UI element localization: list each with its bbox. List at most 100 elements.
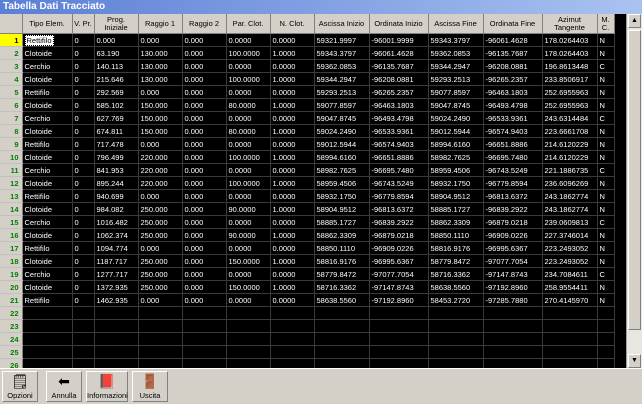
table-cell[interactable]	[369, 306, 429, 320]
table-cell[interactable]: 0	[72, 267, 95, 281]
row-number[interactable]: 11	[0, 163, 23, 177]
table-row[interactable]: 8 Clotoide 0 674.811 150.000 0.000 80.0000 1.00…	[0, 124, 615, 138]
table-cell[interactable]: 0	[72, 202, 95, 216]
table-cell[interactable]	[314, 332, 370, 346]
table-cell[interactable]: N	[597, 150, 615, 164]
table-cell[interactable]: -96265.2357	[369, 85, 429, 99]
table-cell[interactable]: 0.000	[182, 202, 227, 216]
table-cell[interactable]: 1.0000	[270, 124, 315, 138]
table-cell[interactable]	[22, 319, 73, 333]
exit-button[interactable]: 🚪 Uscita	[132, 371, 168, 402]
table-cell[interactable]: 150.0000	[226, 254, 271, 268]
table-cell[interactable]: 58779.8472	[314, 267, 370, 281]
column-header[interactable]: Raggio 2	[182, 14, 227, 34]
table-cell[interactable]: 0	[72, 98, 95, 112]
table-cell[interactable]: 58638.5560	[428, 280, 484, 294]
table-cell[interactable]	[428, 332, 484, 346]
table-cell[interactable]: 1.0000	[270, 228, 315, 242]
table-cell[interactable]: 59293.2513	[314, 85, 370, 99]
table-cell[interactable]: 0.000	[182, 33, 227, 47]
table-cell[interactable]: 0.000	[138, 85, 183, 99]
table-cell[interactable]: 150.000	[138, 111, 183, 125]
table-cell[interactable]: 0.0000	[270, 267, 315, 281]
table-cell[interactable]	[483, 332, 543, 346]
table-cell[interactable]: N	[597, 33, 615, 47]
table-cell[interactable]: 1.0000	[270, 98, 315, 112]
table-cell[interactable]: 58904.9512	[314, 202, 370, 216]
table-cell[interactable]: 0.000	[182, 59, 227, 73]
table-cell[interactable]: 250.000	[138, 228, 183, 242]
column-header[interactable]: Raggio 1	[138, 14, 183, 34]
table-cell[interactable]: -96813.6372	[369, 202, 429, 216]
data-grid[interactable]: Tipo Elem. V. Pr. Prog. Iniziale Raggio 1 Ra…	[0, 14, 626, 368]
row-number[interactable]: 22	[0, 306, 23, 320]
table-cell[interactable]: 627.769	[94, 111, 139, 125]
table-cell[interactable]: 58994.6160	[428, 137, 484, 151]
table-cell[interactable]	[182, 358, 227, 368]
table-cell[interactable]: -96839.2922	[483, 202, 543, 216]
table-row[interactable]: 1 Rettifilo 0 0.000 0.000 0.000 0.0000 0.0000 59…	[0, 33, 615, 47]
row-number[interactable]: 10	[0, 150, 23, 164]
table-cell[interactable]: -96651.8886	[369, 150, 429, 164]
table-row[interactable]: 6 Clotoide 0 585.102 150.000 0.000 80.0000 1.00…	[0, 98, 615, 112]
table-cell[interactable]	[597, 345, 615, 359]
table-cell[interactable]: 841.953	[94, 163, 139, 177]
table-cell[interactable]: 239.0609813	[542, 215, 598, 229]
table-cell[interactable]: 59047.8745	[428, 98, 484, 112]
column-header[interactable]: N. Clot.	[270, 14, 315, 34]
row-number[interactable]: 17	[0, 241, 23, 255]
column-header[interactable]: Prog. Iniziale	[94, 14, 139, 34]
table-cell[interactable]	[314, 306, 370, 320]
table-cell[interactable]	[369, 332, 429, 346]
table-cell[interactable]: 220.000	[138, 150, 183, 164]
table-cell[interactable]: 227.3746014	[542, 228, 598, 242]
table-row[interactable]: 14 Clotoide 0 984.082 250.000 0.000 90.0000 1.0…	[0, 202, 615, 216]
table-cell[interactable]: 0.000	[182, 98, 227, 112]
table-cell[interactable]	[182, 319, 227, 333]
table-row[interactable]: 2 Clotoide 0 63.190 130.000 0.000 100.0000 1.00…	[0, 46, 615, 60]
table-row[interactable]: 15 Cerchio 0 1016.482 250.000 0.000 0.0000 0.00…	[0, 215, 615, 229]
table-row[interactable]: 9 Rettifilo 0 717.478 0.000 0.000 0.0000 0.0000…	[0, 137, 615, 151]
table-cell[interactable]: 59344.2947	[428, 59, 484, 73]
table-cell[interactable]: -96135.7687	[483, 46, 543, 60]
table-cell[interactable]: -96061.4628	[369, 46, 429, 60]
table-cell[interactable]: 1372.935	[94, 280, 139, 294]
table-cell[interactable]	[182, 306, 227, 320]
row-number[interactable]: 19	[0, 267, 23, 281]
table-cell[interactable]: 1.0000	[270, 280, 315, 294]
table-cell[interactable]	[542, 345, 598, 359]
table-cell[interactable]: Cerchio	[22, 267, 73, 281]
table-cell[interactable]: 252.6955963	[542, 85, 598, 99]
table-cell[interactable]: N	[597, 46, 615, 60]
table-cell[interactable]: -96061.4628	[483, 33, 543, 47]
table-cell[interactable]: 0.000	[138, 241, 183, 255]
table-cell[interactable]: 58959.4506	[314, 176, 370, 190]
row-number[interactable]: 15	[0, 215, 23, 229]
table-cell[interactable]: 80.0000	[226, 98, 271, 112]
table-cell[interactable]	[314, 319, 370, 333]
table-cell[interactable]: 0.0000	[270, 215, 315, 229]
table-cell[interactable]: 58850.1110	[314, 241, 370, 255]
table-cell[interactable]: 58959.4506	[428, 163, 484, 177]
table-cell[interactable]: Rettifilo	[22, 241, 73, 255]
table-cell[interactable]	[94, 319, 139, 333]
table-cell[interactable]: 59343.3797	[428, 33, 484, 47]
row-number[interactable]: 24	[0, 332, 23, 346]
table-cell[interactable]: 0	[72, 33, 95, 47]
table-cell[interactable]: 796.499	[94, 150, 139, 164]
table-cell[interactable]: -97077.7054	[369, 267, 429, 281]
table-cell[interactable]: Clotoide	[22, 98, 73, 112]
table-cell[interactable]: Cerchio	[22, 163, 73, 177]
table-cell[interactable]: N	[597, 228, 615, 242]
table-cell[interactable]: 58904.9512	[428, 189, 484, 203]
table-cell[interactable]	[597, 358, 615, 368]
vertical-scrollbar[interactable]: ▲ ▼	[626, 14, 642, 368]
table-cell[interactable]: Rettifilo	[22, 85, 73, 99]
table-cell[interactable]: 58932.1750	[428, 176, 484, 190]
table-cell[interactable]: 130.000	[138, 46, 183, 60]
table-cell[interactable]	[94, 345, 139, 359]
table-cell[interactable]: 58885.1727	[314, 215, 370, 229]
table-cell[interactable]: 90.0000	[226, 228, 271, 242]
table-cell[interactable]: 292.569	[94, 85, 139, 99]
table-cell[interactable]	[483, 345, 543, 359]
